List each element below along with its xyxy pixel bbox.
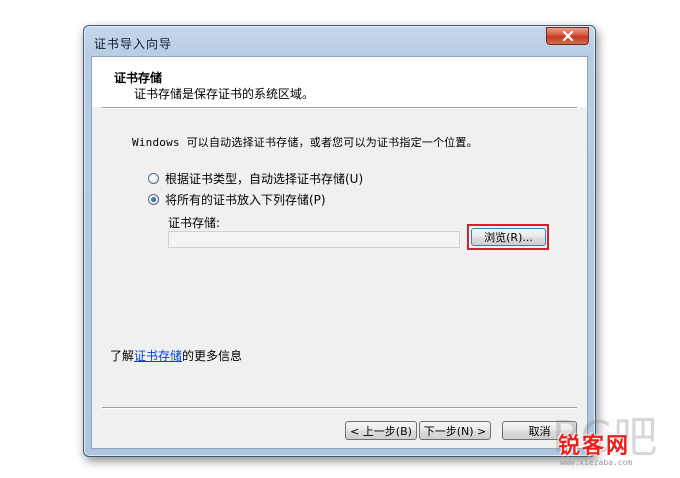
certificate-store-label: 证书存储: xyxy=(168,216,221,230)
next-button[interactable]: 下一步(N) > xyxy=(419,421,491,440)
page-title: 证书存储 xyxy=(114,71,163,85)
footer-divider xyxy=(102,407,577,409)
cancel-button[interactable]: 取消 xyxy=(502,421,577,440)
wizard-header: 证书存储 证书存储是保存证书的系统区域。 xyxy=(92,57,587,107)
watermark-url: www.xiezaba.com xyxy=(560,458,633,467)
learn-more-link[interactable]: 证书存储 xyxy=(134,349,182,363)
close-icon xyxy=(562,31,573,41)
window-title: 证书导入向导 xyxy=(94,37,173,51)
auto-select-label: 根据证书类型，自动选择证书存储(U) xyxy=(165,172,364,186)
browse-button[interactable]: 浏览(R)... xyxy=(471,228,546,246)
description-text: Windows 可以自动选择证书存储，或者您可以为证书指定一个位置。 xyxy=(132,136,478,149)
auto-select-radio[interactable] xyxy=(148,173,159,184)
wizard-client-area: 证书存储 证书存储是保存证书的系统区域。 Windows 可以自动选择证书存储，… xyxy=(91,56,588,449)
place-in-store-label: 将所有的证书放入下列存储(P) xyxy=(165,193,326,207)
header-divider xyxy=(102,107,577,109)
place-in-store-option[interactable]: 将所有的证书放入下列存储(P) xyxy=(148,191,326,208)
previous-button[interactable]: < 上一步(B) xyxy=(345,421,417,440)
page-subtitle: 证书存储是保存证书的系统区域。 xyxy=(134,87,315,101)
learn-more-text: 了解证书存储的更多信息 xyxy=(110,347,242,364)
certificate-import-wizard-window: 证书导入向导 证书存储 证书存储是保存证书的系统区域。 Windows 可以自动… xyxy=(83,25,596,457)
learn-more-suffix: 的更多信息 xyxy=(182,349,243,363)
auto-select-store-option[interactable]: 根据证书类型，自动选择证书存储(U) xyxy=(148,170,363,187)
close-button[interactable] xyxy=(546,27,589,45)
certificate-store-field[interactable] xyxy=(168,231,460,248)
learn-more-prefix: 了解 xyxy=(110,349,135,363)
place-in-store-radio[interactable] xyxy=(148,194,159,205)
